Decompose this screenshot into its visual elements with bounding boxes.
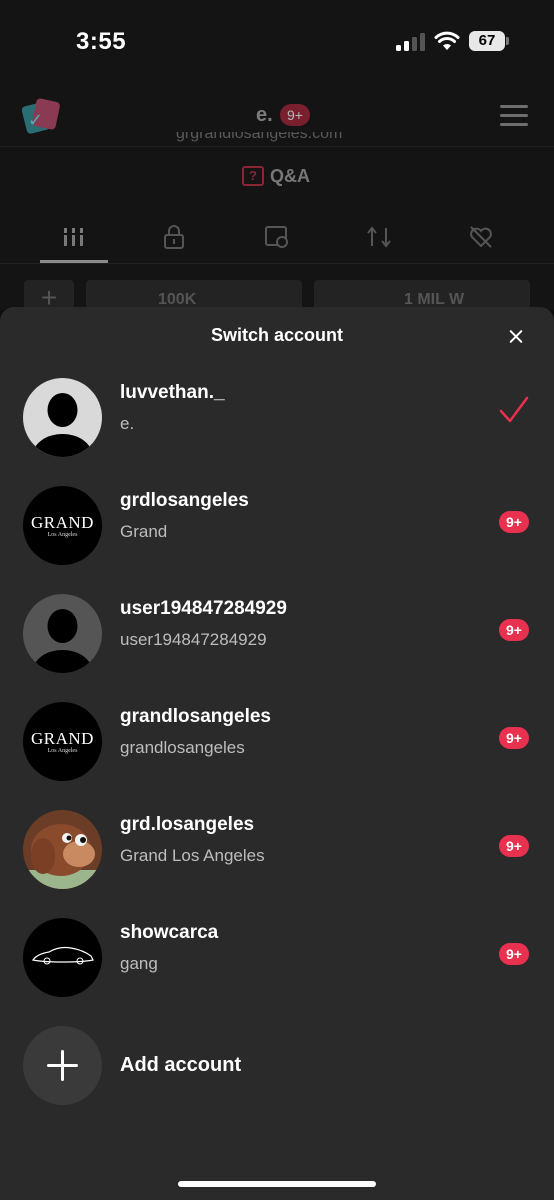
notification-badge: 9+ bbox=[499, 835, 529, 857]
profile-name-badge: 9+ bbox=[280, 104, 310, 126]
account-row-grd-losangeles[interactable]: grd.losangeles Grand Los Angeles 9+ bbox=[0, 796, 554, 904]
sheet-title: Switch account bbox=[210, 325, 344, 345]
switch-account-sheet: Switch account luvvethan._ e. GRAND Los … bbox=[0, 307, 554, 1200]
lock-icon[interactable] bbox=[161, 224, 187, 250]
account-username: grdlosangeles bbox=[120, 490, 249, 511]
checkmark-icon bbox=[499, 396, 529, 423]
close-icon[interactable] bbox=[504, 325, 528, 349]
grid-videos-icon[interactable] bbox=[61, 224, 87, 250]
status-time: 3:55 bbox=[76, 28, 127, 55]
car-silhouette-avatar bbox=[23, 918, 102, 997]
qa-link[interactable]: ? Q&A bbox=[242, 164, 310, 188]
header-divider bbox=[0, 146, 554, 147]
account-row-grandlosangeles[interactable]: GRAND Los Angeles grandlosangeles grandl… bbox=[0, 688, 554, 796]
account-username: grandlosangeles bbox=[120, 706, 271, 727]
default-avatar bbox=[23, 378, 102, 457]
account-display-name: Grand bbox=[120, 522, 168, 541]
monkey-photo-avatar bbox=[23, 810, 102, 889]
grand-logo-avatar: GRAND Los Angeles bbox=[23, 486, 102, 565]
tagged-posts-icon[interactable] bbox=[264, 224, 290, 250]
cards-app-icon[interactable]: ✓ bbox=[20, 97, 61, 135]
battery-level: 67 bbox=[469, 31, 505, 51]
add-account-row[interactable]: Add account bbox=[0, 1012, 554, 1112]
profile-name[interactable]: e. bbox=[256, 104, 273, 127]
account-username: user194847284929 bbox=[120, 598, 287, 619]
notification-badge: 9+ bbox=[499, 511, 529, 533]
account-display-name: gang bbox=[120, 954, 158, 973]
stat-card-2-label: 1 MIL W bbox=[404, 291, 465, 308]
qa-label: Q&A bbox=[270, 165, 310, 186]
notification-badge: 9+ bbox=[499, 619, 529, 641]
add-account-label: Add account bbox=[120, 1054, 242, 1076]
repost-icon[interactable] bbox=[366, 224, 392, 250]
cellular-signal-icon bbox=[396, 33, 426, 51]
hamburger-menu-icon[interactable] bbox=[500, 105, 528, 127]
account-username: grd.losangeles bbox=[120, 814, 255, 835]
grand-logo-avatar: GRAND Los Angeles bbox=[23, 702, 102, 781]
liked-videos-icon[interactable] bbox=[468, 224, 494, 250]
account-display-name: grandlosangeles bbox=[120, 738, 245, 757]
account-row-luvvethan[interactable]: luvvethan._ e. bbox=[0, 364, 554, 472]
status-bar: 3:55 67 bbox=[0, 0, 554, 90]
account-row-showcarca[interactable]: showcarca gang 9+ bbox=[0, 904, 554, 1012]
account-display-name: Grand Los Angeles bbox=[120, 846, 265, 865]
account-row-grdlosangeles[interactable]: GRAND Los Angeles grdlosangeles Grand 9+ bbox=[0, 472, 554, 580]
stat-card-1-label: 100K bbox=[158, 291, 197, 308]
account-username: luvvethan._ bbox=[120, 382, 225, 403]
home-indicator[interactable] bbox=[178, 1181, 376, 1187]
notification-badge: 9+ bbox=[499, 943, 529, 965]
profile-background: ✓ e. 9+ grgrandlosangeles.com ? Q&A + 10… bbox=[0, 90, 554, 320]
plus-icon bbox=[23, 1026, 102, 1105]
tabs-divider bbox=[0, 263, 554, 264]
account-display-name: e. bbox=[120, 414, 135, 433]
profile-tabs bbox=[0, 208, 554, 264]
account-username: showcarca bbox=[120, 922, 219, 943]
notification-badge: 9+ bbox=[499, 727, 529, 749]
battery-tip bbox=[506, 37, 509, 45]
bio-link-cutoff: grgrandlosangeles.com bbox=[176, 132, 343, 142]
wifi-icon bbox=[434, 31, 460, 50]
question-icon: ? bbox=[242, 166, 264, 186]
account-display-name: user194847284929 bbox=[120, 630, 267, 649]
default-avatar bbox=[23, 594, 102, 673]
account-row-user194847284929[interactable]: user194847284929 user194847284929 9+ bbox=[0, 580, 554, 688]
